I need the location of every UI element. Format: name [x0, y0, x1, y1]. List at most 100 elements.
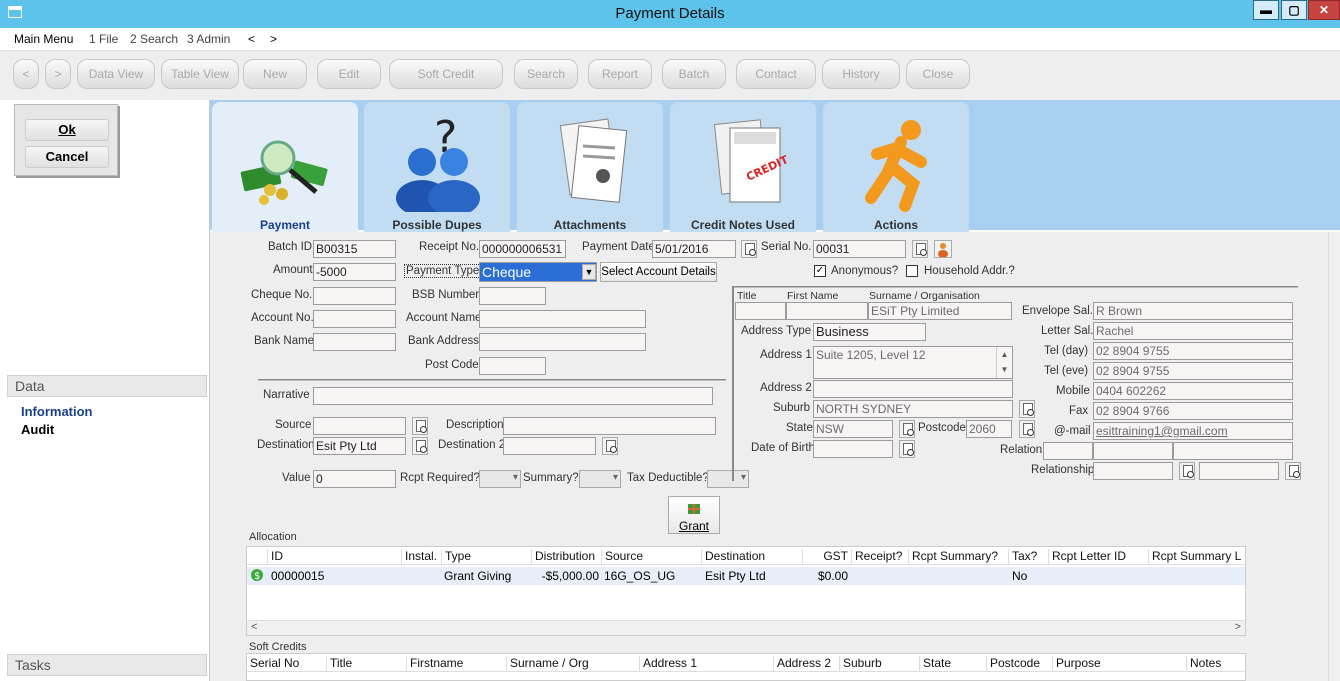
description-field[interactable] — [503, 417, 716, 435]
destination-field[interactable]: Esit Pty Ltd — [313, 437, 406, 455]
scroll-left-icon[interactable]: < — [251, 621, 257, 633]
col-rcpt-summary[interactable]: Rcpt Summary? — [908, 549, 998, 565]
batch-button[interactable]: Batch — [662, 59, 726, 89]
batch-id-field[interactable]: B00315 — [313, 240, 396, 258]
edit-button[interactable]: Edit — [317, 59, 381, 89]
scroll-right-icon[interactable]: > — [1235, 621, 1241, 633]
suburb-lookup-icon[interactable] — [1019, 400, 1035, 418]
col-type[interactable]: Type — [441, 549, 471, 565]
suburb-field[interactable]: NORTH SYDNEY — [813, 400, 1013, 418]
col-title[interactable]: Title — [326, 656, 352, 672]
vertical-scrollbar[interactable] — [1328, 232, 1340, 681]
report-button[interactable]: Report — [588, 59, 652, 89]
col-receipt[interactable]: Receipt? — [851, 549, 902, 565]
ok-button[interactable]: Ok — [25, 119, 109, 141]
table-view-button[interactable]: Table View — [161, 59, 239, 89]
col-postcode[interactable]: Postcode — [986, 656, 1040, 672]
value-field[interactable]: 0 — [313, 470, 396, 488]
col-address2[interactable]: Address 2 — [773, 656, 831, 672]
nav-information[interactable]: Information — [21, 404, 93, 419]
narrative-field[interactable] — [313, 387, 713, 405]
menu-main-menu[interactable]: Main Menu — [14, 32, 73, 46]
bank-address-field[interactable] — [479, 333, 646, 351]
fax-field[interactable]: 02 8904 9766 — [1093, 402, 1293, 420]
state-field[interactable]: NSW — [813, 420, 893, 438]
cancel-button[interactable]: Cancel — [25, 146, 109, 168]
select-account-details-button[interactable]: Select Account Details — [600, 262, 717, 282]
relationship-lookup-icon-2[interactable] — [1285, 462, 1301, 480]
tab-actions[interactable]: Actions — [823, 102, 969, 232]
relation-field-3[interactable] — [1173, 442, 1293, 460]
postcode-lookup-icon[interactable] — [1019, 420, 1035, 438]
col-address1[interactable]: Address 1 — [639, 656, 697, 672]
household-addr-checkbox[interactable] — [906, 265, 918, 277]
minimize-button[interactable]: ▬ — [1253, 0, 1279, 20]
payment-date-field[interactable]: 5/01/2016 — [652, 240, 736, 258]
tab-payment[interactable]: Payment — [212, 102, 358, 232]
tel-eve-field[interactable]: 02 8904 9755 — [1093, 362, 1293, 380]
destination2-lookup-icon[interactable] — [602, 437, 618, 455]
tax-deductible-select[interactable] — [707, 470, 749, 488]
address1-field[interactable]: Suite 1205, Level 12 — [813, 346, 1013, 379]
data-section-header[interactable]: Data — [7, 375, 207, 397]
col-suburb[interactable]: Suburb — [839, 656, 882, 672]
grant-button[interactable]: Grant — [668, 496, 720, 534]
address-type-field[interactable]: Business — [813, 323, 926, 341]
menu-back[interactable]: < — [248, 32, 255, 46]
col-source[interactable]: Source — [601, 549, 643, 565]
search-button[interactable]: Search — [514, 59, 578, 89]
table-row[interactable]: $ 00000015 Grant Giving -$5,000.00 16G_O… — [247, 567, 1245, 585]
tab-attachments[interactable]: Attachments — [517, 102, 663, 232]
rcpt-required-select[interactable] — [479, 470, 521, 488]
tel-day-field[interactable]: 02 8904 9755 — [1093, 342, 1293, 360]
first-name-field[interactable] — [786, 302, 868, 320]
dob-picker-icon[interactable] — [899, 440, 915, 458]
letter-sal-field[interactable]: Rachel — [1093, 322, 1293, 340]
address2-field[interactable] — [813, 380, 1013, 398]
menu-forward[interactable]: > — [270, 32, 277, 46]
col-surname-org[interactable]: Surname / Org — [506, 656, 589, 672]
address1-scroll[interactable]: ▲ ▼ — [996, 347, 1012, 378]
col-rcpt-letter-id[interactable]: Rcpt Letter ID — [1048, 549, 1126, 565]
col-tax[interactable]: Tax? — [1008, 549, 1037, 565]
anonymous-checkbox[interactable]: ✓ — [814, 265, 826, 277]
relationship-lookup-icon-1[interactable] — [1179, 462, 1195, 480]
serial-no-field[interactable]: 00031 — [813, 240, 906, 258]
bsb-number-field[interactable] — [479, 287, 546, 305]
data-view-button[interactable]: Data View — [77, 59, 155, 89]
account-name-field[interactable] — [479, 310, 646, 328]
contact-button[interactable]: Contact — [736, 59, 816, 89]
toolbar-back-button[interactable]: < — [13, 59, 39, 89]
col-distribution[interactable]: Distribution — [531, 549, 595, 565]
close-button[interactable]: Close — [906, 59, 970, 89]
post-code-field[interactable] — [479, 357, 546, 375]
payment-type-dropdown-arrow[interactable]: ▼ — [582, 264, 596, 280]
cheque-no-field[interactable] — [313, 287, 396, 305]
email-field[interactable]: esittraining1@gmail.com — [1093, 422, 1293, 440]
source-lookup-icon[interactable] — [412, 417, 428, 435]
relation-field-2[interactable] — [1093, 442, 1173, 460]
relationship-field-2[interactable] — [1199, 462, 1279, 480]
state-lookup-icon[interactable] — [899, 420, 915, 438]
col-rcpt-summary-l[interactable]: Rcpt Summary L — [1148, 549, 1241, 565]
title-field[interactable] — [735, 302, 786, 320]
source-field[interactable] — [313, 417, 406, 435]
col-instal[interactable]: Instal. — [401, 549, 437, 565]
col-destination[interactable]: Destination — [701, 549, 765, 565]
soft-credit-button[interactable]: Soft Credit — [389, 59, 503, 89]
new-button[interactable]: New — [243, 59, 307, 89]
tab-credit-notes-used[interactable]: CREDIT Credit Notes Used — [670, 102, 816, 232]
menu-admin[interactable]: 3 Admin — [187, 32, 230, 46]
contact-person-icon[interactable] — [934, 240, 952, 258]
allocation-horizontal-scrollbar[interactable]: < > — [247, 620, 1245, 635]
date-picker-icon[interactable] — [741, 240, 757, 258]
history-button[interactable]: History — [822, 59, 900, 89]
dob-field[interactable] — [813, 440, 893, 458]
col-gst[interactable]: GST — [802, 549, 850, 565]
destination-lookup-icon[interactable] — [412, 437, 428, 455]
tab-possible-dupes[interactable]: ? Possible Dupes — [364, 102, 510, 232]
surname-field[interactable]: ESiT Pty Limited — [868, 302, 1012, 320]
relationship-field-1[interactable] — [1093, 462, 1173, 480]
menu-file[interactable]: 1 File — [89, 32, 118, 46]
menu-search[interactable]: 2 Search — [130, 32, 178, 46]
